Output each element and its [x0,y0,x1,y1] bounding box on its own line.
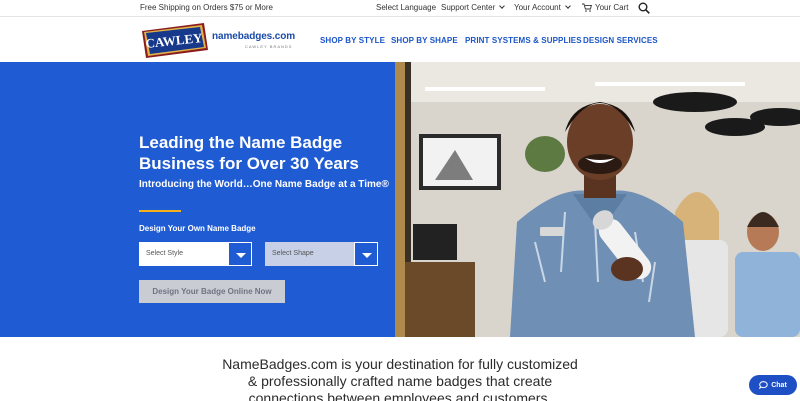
design-badge-online-button[interactable]: Design Your Badge Online Now [139,280,285,303]
hero-office-photo [395,62,800,337]
intro-line-1: NameBadges.com is your destination for f… [222,356,578,372]
hero-divider [139,210,181,212]
nav-design-services[interactable]: DESIGN SERVICES [583,36,658,45]
chevron-down-icon [565,3,571,9]
nav-print-systems[interactable]: PRINT SYSTEMS & SUPPLIES [465,36,582,45]
select-language-label: Select Language [376,3,437,12]
hero-title-line-1: Leading the Name Badge [139,133,343,152]
design-badge-label: Design Your Own Name Badge [139,224,256,233]
select-arrow-icon [236,253,246,258]
shape-select-value[interactable]: Select Shape [265,242,354,266]
intro-paragraph: NameBadges.com is your destination for f… [0,356,800,401]
free-shipping-notice: Free Shipping on Orders $75 or More [140,3,273,12]
support-center-label: Support Center [441,3,496,12]
style-select-value[interactable]: Select Style [139,242,228,266]
brand-subtitle: CAWLEY BRANDS [245,44,293,49]
hero-title: Leading the Name Badge Business for Over… [139,132,389,174]
chevron-down-icon [499,3,506,9]
nav-shop-by-style[interactable]: SHOP BY STYLE [320,36,385,45]
nav-shop-by-shape[interactable]: SHOP BY SHAPE [391,36,458,45]
chat-label: Chat [771,381,787,389]
support-center-menu[interactable]: Support Center [441,3,506,12]
search-icon[interactable] [638,2,650,14]
chat-button[interactable]: Chat [749,375,797,395]
shape-select[interactable]: Select Shape [265,242,378,266]
intro-line-3: connections between employees and custom… [248,390,552,401]
shape-select-toggle[interactable] [354,242,378,266]
hero-title-line-2: Business for Over 30 Years [139,154,359,173]
cawley-logo[interactable]: CAWLEY [138,21,211,60]
your-account-menu[interactable]: Your Account [514,3,571,12]
utility-bar: Free Shipping on Orders $75 or More Sele… [0,0,800,17]
your-account-label: Your Account [514,3,561,12]
site-name[interactable]: namebadges.com [212,31,295,42]
select-arrow-icon [362,253,372,258]
select-language-link[interactable]: Select Language [376,3,436,12]
style-select-toggle[interactable] [228,242,252,266]
your-cart-link[interactable]: Your Cart [582,3,629,12]
your-cart-label: Your Cart [595,3,629,12]
cart-icon [582,3,592,12]
main-nav: CAWLEY namebadges.com CAWLEY BRANDS SHOP… [0,18,800,62]
style-select[interactable]: Select Style [139,242,252,266]
hero-subtitle: Introducing the World…One Name Badge at … [139,179,389,190]
chat-bubble-icon [759,381,768,389]
intro-line-2: & professionally crafted name badges tha… [247,373,553,389]
